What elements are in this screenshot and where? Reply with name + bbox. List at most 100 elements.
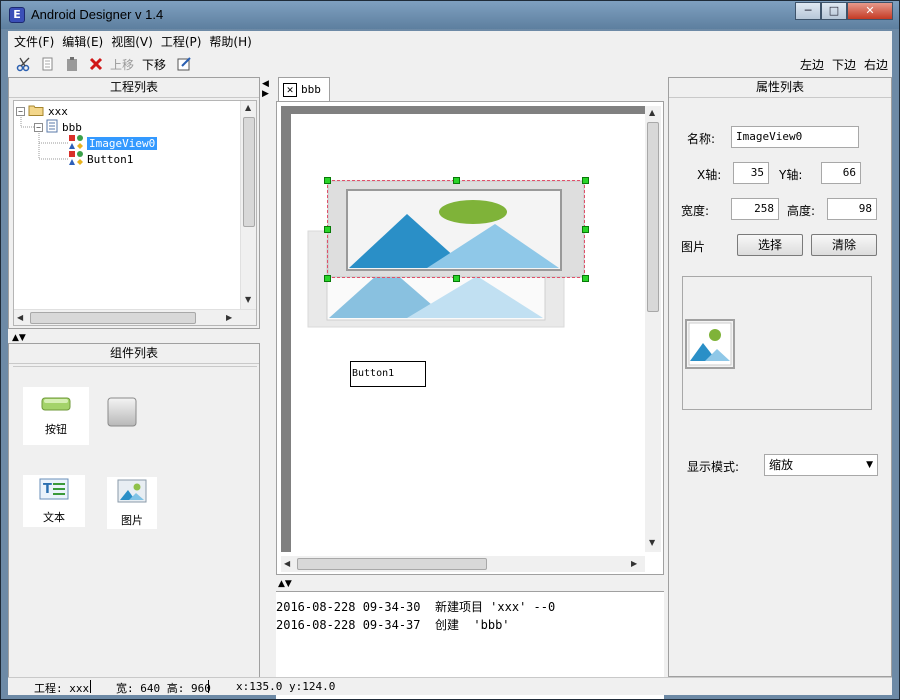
align-right-button[interactable]: 右边	[864, 56, 888, 73]
scroll-down-icon[interactable]: ▼	[649, 538, 655, 547]
image-preview	[682, 276, 872, 410]
status-coords: x:135.0 y:124.0	[236, 680, 336, 693]
close-button[interactable]: ✕	[847, 2, 893, 20]
status-bar: 工程: xxx 宽: 640 高: 960 x:135.0 y:124.0	[8, 677, 892, 695]
component-text[interactable]: T 文本	[23, 475, 85, 527]
properties-panel: 属性列表 名称: ImageView0 X轴: 35 Y轴: 66 宽度: 25…	[668, 77, 892, 677]
gray-square-widget-icon	[107, 397, 137, 430]
move-up-button[interactable]: 上移	[110, 56, 134, 73]
scroll-thumb[interactable]	[297, 558, 487, 570]
component-label: 图片	[121, 513, 143, 527]
collapse-panel-arrows-icon[interactable]: ◀ ▶	[262, 79, 269, 99]
resize-handle[interactable]	[453, 275, 460, 282]
project-tree: − xxx − bbb ImageView0 Button1 ▲ ▼ ◀ ▶	[13, 100, 257, 326]
tree-lines	[20, 117, 68, 160]
status-size: 宽: 640 高: 960	[116, 682, 211, 695]
log-line: 2016-08-228 09-34-37 创建 'bbb'	[276, 618, 510, 632]
width-field[interactable]: 258	[731, 198, 779, 220]
resize-handle[interactable]	[582, 177, 589, 184]
log-line: 2016-08-228 09-34-30 新建项目 'xxx' --0	[276, 600, 556, 614]
canvas-vertical-scrollbar[interactable]: ▲ ▼	[645, 106, 661, 552]
maximize-button[interactable]: □	[821, 2, 847, 20]
image-preview-icon	[685, 319, 735, 372]
menu-help[interactable]: 帮助(H)	[207, 31, 257, 51]
paste-icon[interactable]	[62, 54, 82, 74]
svg-text:T: T	[43, 482, 52, 497]
properties-form: 名称: ImageView0 X轴: 35 Y轴: 66 宽度: 258 高度:…	[669, 100, 891, 676]
scroll-thumb[interactable]	[30, 312, 196, 324]
scroll-up-icon[interactable]: ▲	[245, 103, 251, 112]
project-panel-title: 工程列表	[9, 78, 259, 98]
menu-project[interactable]: 工程(P)	[159, 31, 208, 51]
resize-handle[interactable]	[324, 177, 331, 184]
edit-note-icon[interactable]	[174, 54, 194, 74]
resize-handle[interactable]	[582, 275, 589, 282]
resize-handle[interactable]	[453, 177, 460, 184]
design-canvas-frame: Button1 ▲ ▼ ◀ ▶	[276, 101, 664, 575]
tab-label: bbb	[301, 83, 321, 96]
component-gray-square[interactable]	[97, 387, 147, 445]
move-down-button[interactable]: 下移	[142, 56, 166, 73]
x-field[interactable]: 35	[733, 162, 769, 184]
resize-handle[interactable]	[582, 226, 589, 233]
display-mode-label: 显示模式:	[687, 460, 740, 474]
text-widget-icon: T	[39, 478, 69, 503]
resize-handle[interactable]	[324, 226, 331, 233]
height-field[interactable]: 98	[827, 198, 877, 220]
window-controls: ─ □ ✕	[795, 2, 893, 20]
menu-view[interactable]: 视图(V)	[109, 31, 159, 51]
cut-icon[interactable]	[14, 54, 34, 74]
clear-image-button[interactable]: 清除	[811, 234, 877, 256]
scroll-thumb[interactable]	[647, 122, 659, 312]
y-label: Y轴:	[779, 168, 803, 182]
tab-close-icon[interactable]: ✕	[283, 82, 297, 97]
status-project: 工程: xxx	[34, 682, 90, 695]
scroll-left-icon[interactable]: ◀	[17, 313, 23, 322]
scroll-right-icon[interactable]: ▶	[226, 313, 232, 322]
component-panel-title: 组件列表	[9, 344, 259, 364]
menu-bar: 文件(F) 编辑(E) 视图(V) 工程(P) 帮助(H)	[8, 31, 892, 51]
component-palette: 按钮 T 文本 图片	[13, 366, 257, 674]
scroll-down-icon[interactable]: ▼	[245, 295, 251, 304]
component-label: 按钮	[45, 422, 67, 436]
properties-panel-title: 属性列表	[669, 78, 891, 98]
tab-bbb[interactable]: ✕ bbb	[278, 77, 330, 101]
resize-arrows-icon[interactable]: ▲▼	[12, 333, 26, 343]
resize-handle[interactable]	[324, 275, 331, 282]
menu-file[interactable]: 文件(F)	[12, 31, 60, 51]
button1-widget[interactable]: Button1	[350, 361, 426, 387]
scroll-thumb[interactable]	[243, 117, 255, 227]
name-label: 名称:	[687, 132, 716, 146]
resize-arrows-icon[interactable]: ▲▼	[278, 579, 292, 589]
component-image[interactable]: 图片	[107, 477, 157, 529]
tree-item-label: ImageView0	[87, 136, 158, 150]
menu-edit[interactable]: 编辑(E)	[60, 31, 109, 51]
component-label: 文本	[43, 510, 65, 524]
y-field[interactable]: 66	[821, 162, 861, 184]
component-button[interactable]: 按钮	[23, 387, 89, 445]
design-canvas[interactable]: Button1	[291, 114, 645, 552]
title-bar[interactable]: E Android Designer v 1.4 ─ □ ✕	[1, 1, 899, 29]
left-column: 工程列表 − xxx − bbb ImageView0 Button1 ▲ ▼ …	[8, 77, 260, 679]
copy-icon[interactable]	[38, 54, 58, 74]
scroll-right-icon[interactable]: ▶	[631, 559, 637, 568]
tree-vertical-scrollbar[interactable]: ▲ ▼	[240, 101, 256, 309]
align-bottom-button[interactable]: 下边	[832, 56, 856, 73]
selection-box	[327, 180, 585, 278]
delete-icon[interactable]	[86, 54, 106, 74]
canvas-horizontal-scrollbar[interactable]: ◀ ▶	[281, 556, 645, 572]
image-widget-icon	[117, 479, 147, 506]
choose-image-button[interactable]: 选择	[737, 234, 803, 256]
scroll-up-icon[interactable]: ▲	[649, 108, 655, 117]
name-field[interactable]: ImageView0	[731, 126, 859, 148]
tree-horizontal-scrollbar[interactable]: ◀ ▶	[14, 309, 256, 325]
component-panel: 组件列表 按钮 T 文本 图片	[8, 343, 260, 679]
display-mode-value: 缩放	[769, 458, 794, 472]
app-icon: E	[9, 7, 25, 23]
align-left-button[interactable]: 左边	[800, 56, 824, 73]
display-mode-select[interactable]: 缩放 ▼	[764, 454, 878, 476]
image-label: 图片	[681, 240, 706, 254]
minimize-button[interactable]: ─	[795, 2, 821, 20]
scroll-left-icon[interactable]: ◀	[284, 559, 290, 568]
x-label: X轴:	[697, 168, 722, 182]
